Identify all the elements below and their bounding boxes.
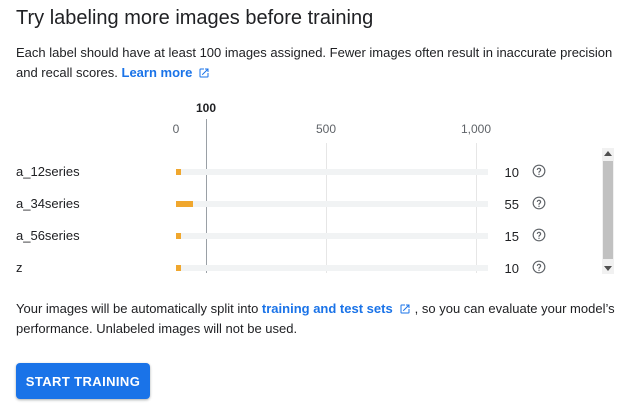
bar-track: [176, 265, 488, 271]
count-bar: [176, 265, 181, 271]
split-info: Your images will be automatically split …: [16, 299, 616, 339]
open-in-new-icon[interactable]: [399, 303, 411, 315]
chart-scrollbar[interactable]: [602, 148, 614, 274]
threshold-label: 100: [195, 101, 217, 115]
label-count: 10: [504, 165, 519, 180]
start-training-button[interactable]: START TRAINING: [16, 363, 150, 399]
open-in-new-icon[interactable]: [198, 67, 210, 79]
learn-more-link[interactable]: Learn more: [122, 65, 193, 80]
label-name: a_56series: [16, 228, 80, 243]
x-tick-label: 500: [315, 122, 337, 136]
bar-track: [176, 201, 488, 207]
help-icon[interactable]: [532, 164, 546, 178]
description-text: Each label should have at least 100 imag…: [16, 45, 613, 80]
label-name: z: [16, 260, 23, 275]
count-bar: [176, 169, 181, 175]
help-icon[interactable]: [532, 228, 546, 242]
count-bar: [176, 233, 181, 239]
scrollbar-thumb[interactable]: [603, 161, 613, 259]
training-test-sets-link[interactable]: training and test sets: [262, 301, 393, 316]
bar-track: [176, 169, 488, 175]
gridline: [326, 143, 327, 273]
label-name: a_12series: [16, 164, 80, 179]
help-icon[interactable]: [532, 196, 546, 210]
help-icon[interactable]: [532, 260, 546, 274]
bar-track: [176, 233, 488, 239]
description: Each label should have at least 100 imag…: [16, 43, 616, 83]
label-name: a_34series: [16, 196, 80, 211]
threshold-line: [206, 119, 207, 273]
split-text-before: Your images will be automatically split …: [16, 301, 262, 316]
x-tick-label: 0: [172, 122, 180, 136]
x-tick-label: 1,000: [460, 122, 492, 136]
scroll-down-arrow-icon[interactable]: [604, 266, 612, 271]
count-bar: [176, 201, 193, 207]
gridline: [476, 143, 477, 273]
scroll-up-arrow-icon[interactable]: [604, 151, 612, 156]
dialog-title: Try labeling more images before training: [16, 7, 374, 29]
label-count: 55: [504, 197, 519, 212]
label-count: 10: [504, 261, 519, 276]
label-count: 15: [504, 229, 519, 244]
